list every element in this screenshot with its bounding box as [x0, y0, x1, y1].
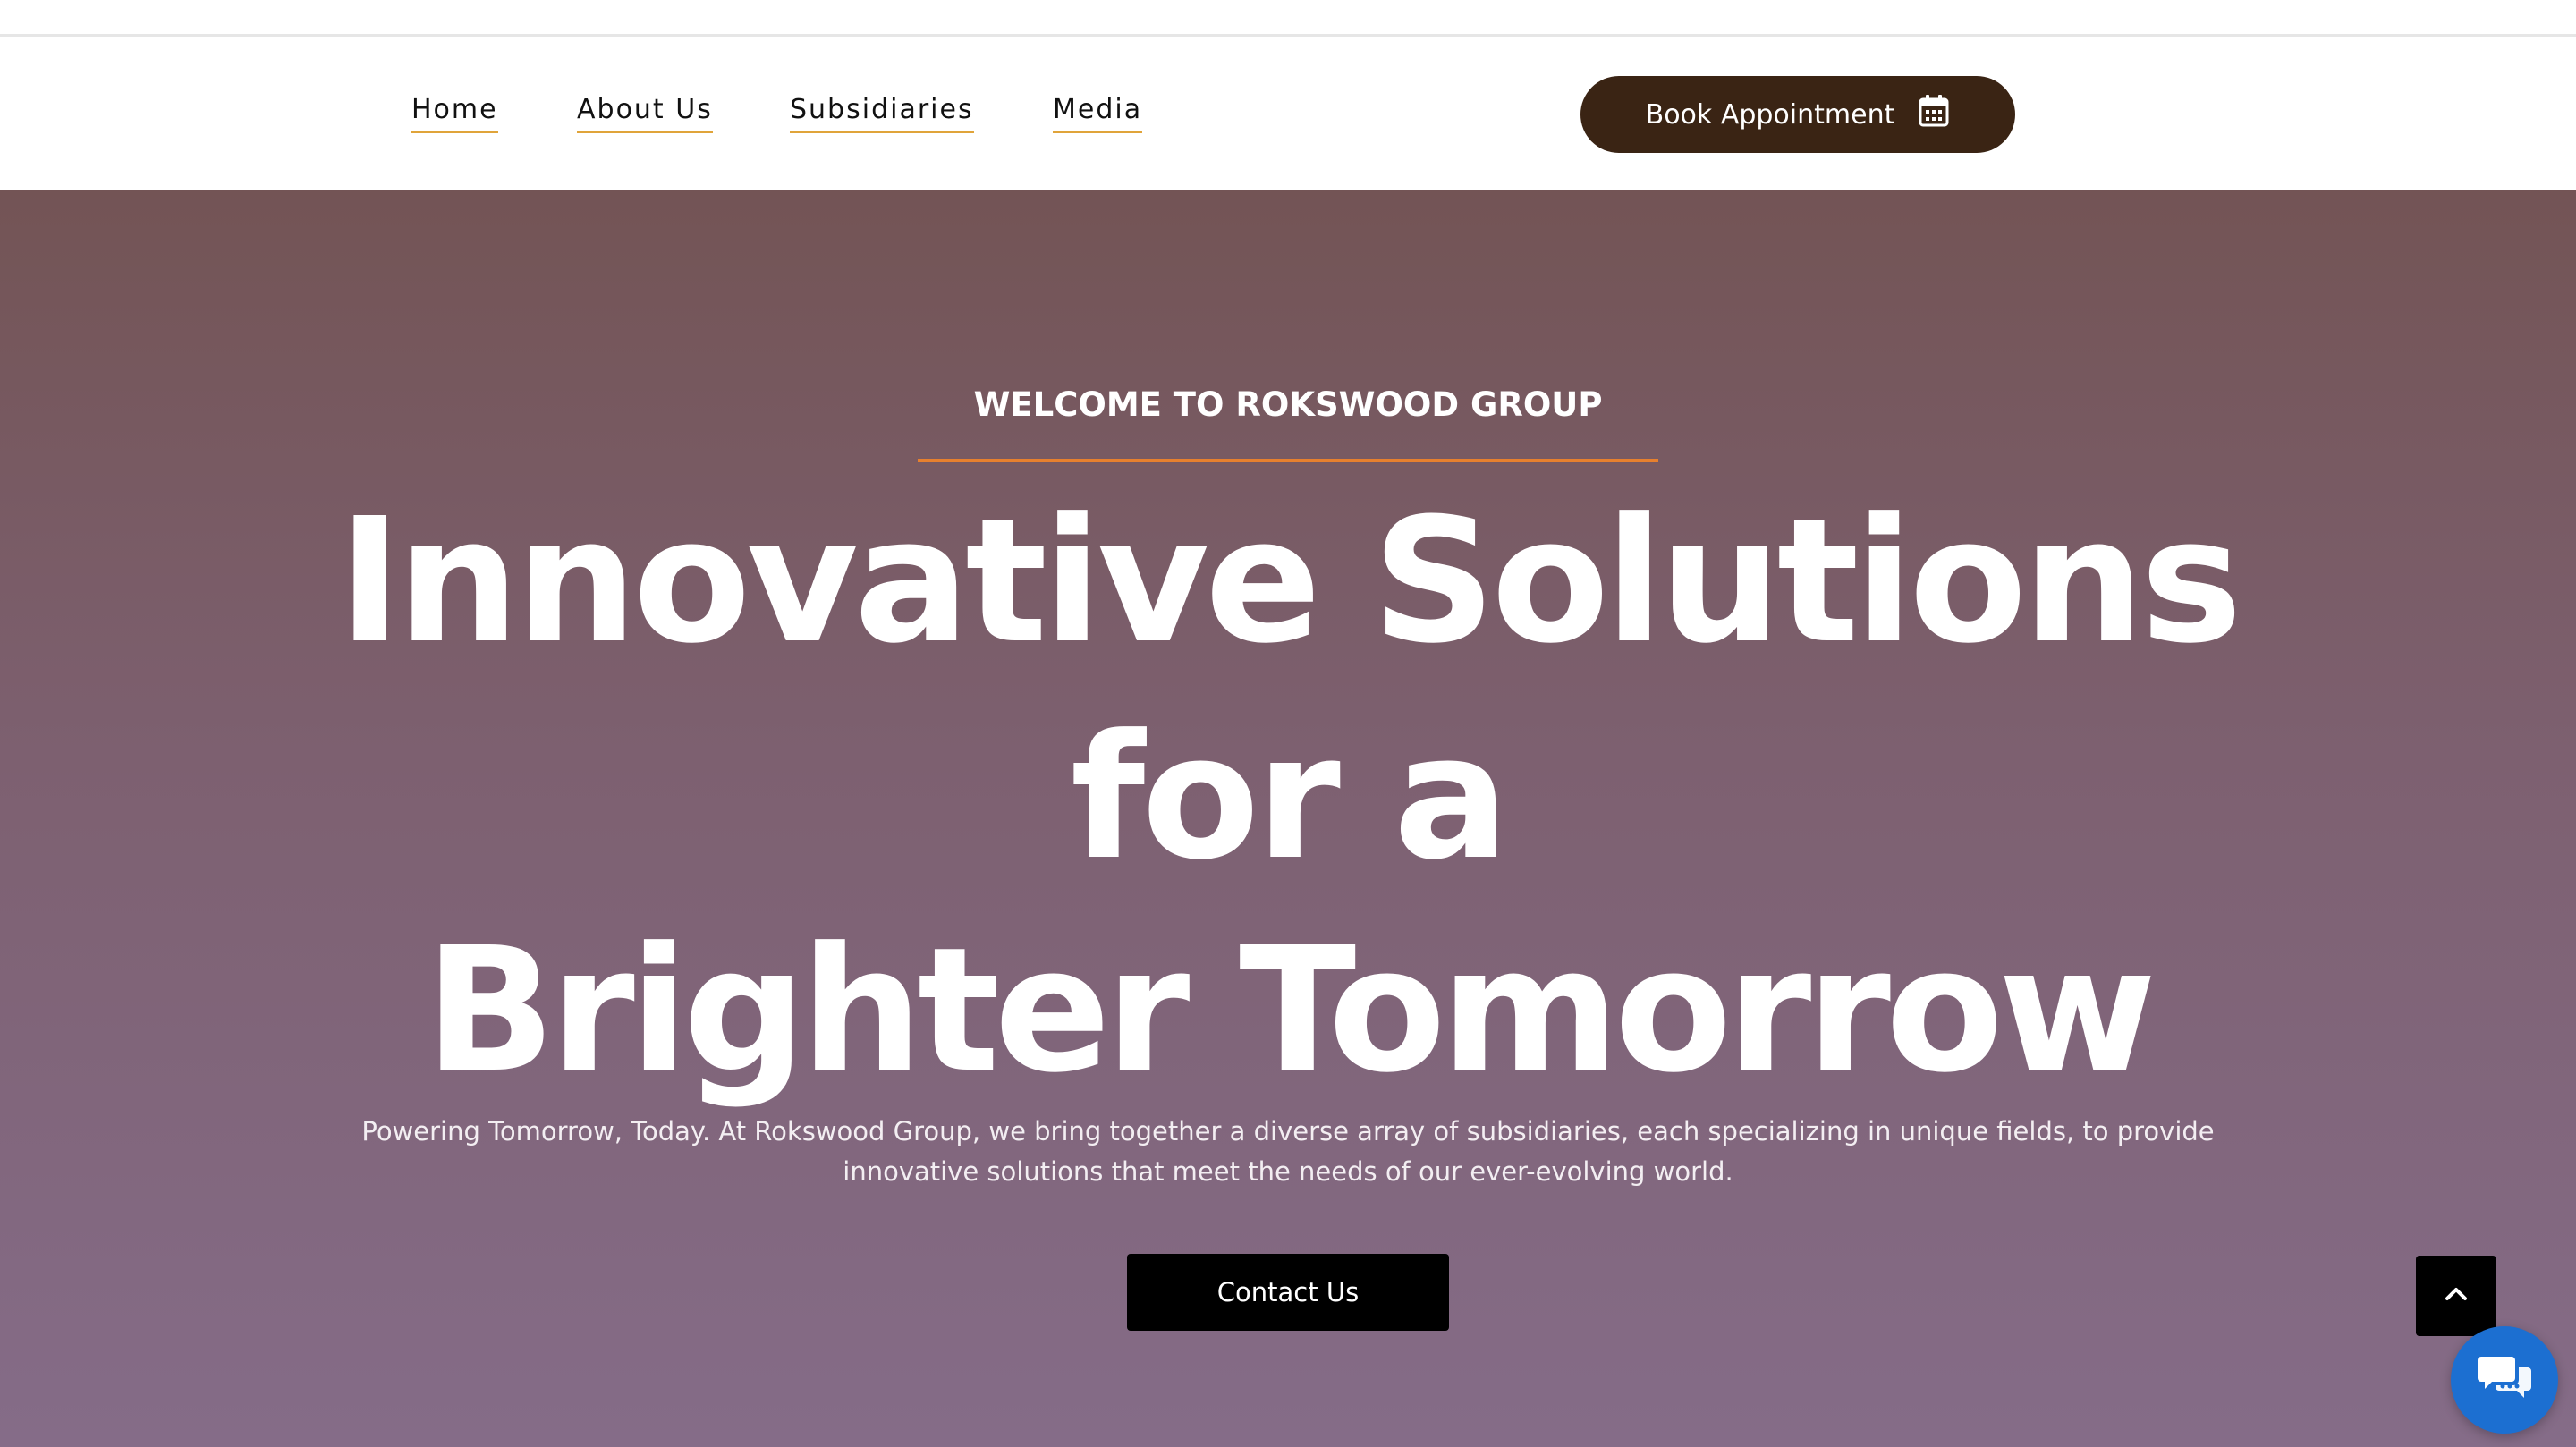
chevron-up-icon — [2444, 1286, 2469, 1307]
nav-link-subsidiaries[interactable]: Subsidiaries — [790, 92, 974, 133]
eyebrow-divider — [918, 459, 1658, 462]
nav-link-media[interactable]: Media — [1053, 92, 1143, 133]
chat-widget-button[interactable] — [2451, 1326, 2558, 1434]
hero-section: WELCOME TO ROKSWOOD GROUP Innovative Sol… — [0, 190, 2576, 1447]
hero-description: Powering Tomorrow, Today. At Rokswood Gr… — [361, 1116, 2215, 1187]
chat-bubbles-icon — [2476, 1353, 2533, 1408]
calendar-icon — [1918, 94, 1950, 135]
nav-link-about-us[interactable]: About Us — [577, 92, 713, 133]
scroll-to-top-button[interactable] — [2416, 1256, 2496, 1336]
book-appointment-button[interactable]: Book Appointment — [1580, 76, 2015, 153]
top-strip — [0, 0, 2576, 37]
hero-headline-line-3: Brighter Tomorrow — [424, 911, 2157, 1111]
book-appointment-label: Book Appointment — [1645, 98, 1895, 131]
navbar: Home About Us Subsidiaries Media — [0, 37, 2576, 190]
contact-us-button[interactable]: Contact Us — [1127, 1254, 1449, 1331]
hero-headline-line-1: Innovative Solutions — [337, 482, 2242, 681]
hero-eyebrow: WELCOME TO ROKSWOOD GROUP — [973, 385, 1603, 424]
hero-headline-line-2: for a — [1070, 698, 1510, 898]
nav-link-home[interactable]: Home — [411, 92, 498, 133]
